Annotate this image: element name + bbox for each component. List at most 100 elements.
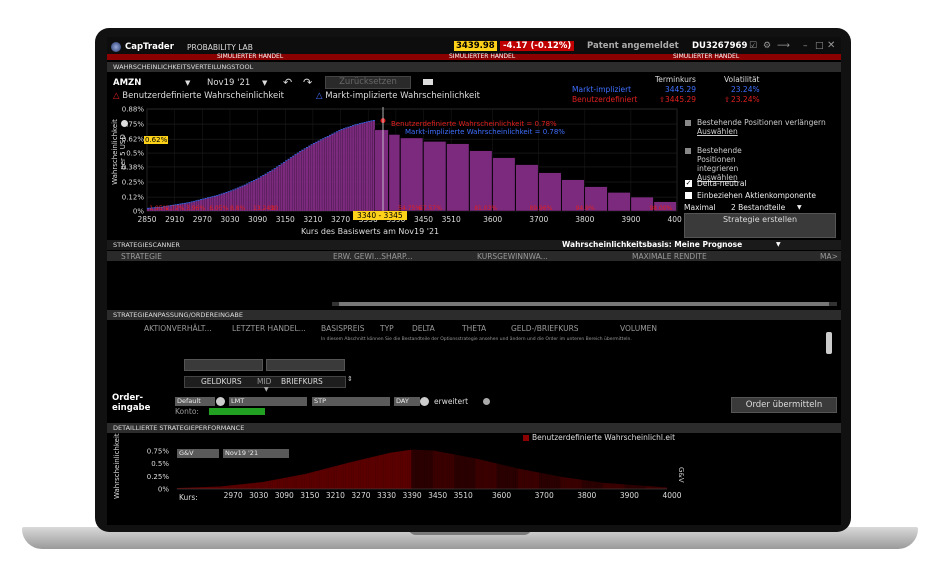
expiry-select[interactable]: Nov19 '21 xyxy=(207,78,250,88)
chevron-down-icon[interactable]: ▼ xyxy=(776,241,781,248)
bid-label[interactable]: GELDKURS xyxy=(201,377,242,386)
perf-bar xyxy=(313,471,316,489)
prob-bar-top xyxy=(287,158,290,160)
symbol-select[interactable]: AMZN xyxy=(113,78,141,88)
perf-bar xyxy=(234,484,237,489)
prob-bar xyxy=(289,158,292,211)
col-erw-gewinn[interactable]: ERW. GEWI...SHARP... xyxy=(333,252,413,261)
gv-select[interactable]: G&V xyxy=(177,449,219,458)
settings-toggle-icon[interactable] xyxy=(423,79,433,85)
checkbox-delta-neutral[interactable]: ✓ xyxy=(685,180,692,187)
chevron-down-icon[interactable]: ▼ xyxy=(185,79,190,87)
col-kursgewinn[interactable]: KURSGEWINNWA... xyxy=(477,252,548,261)
redo-icon[interactable]: ↷ xyxy=(303,76,312,89)
stepper-icon[interactable]: ⇕ xyxy=(347,375,353,383)
day-select[interactable]: DAY xyxy=(394,397,420,406)
chevron-down-icon[interactable]: ▼ xyxy=(797,204,802,211)
perf-bar xyxy=(658,486,661,489)
submit-order-button[interactable]: Order übermitteln xyxy=(731,397,837,413)
col-letzter[interactable]: LETZTER HANDEL... xyxy=(232,324,306,333)
col-ma[interactable]: MA> xyxy=(820,252,838,261)
perf-legend[interactable]: Benutzerdefinierte Wahrscheinlichl.eit xyxy=(532,433,675,442)
prob-bar-top xyxy=(232,189,235,191)
basis-select[interactable]: Wahrscheinlichkeitsbasis: Meine Prognose xyxy=(562,240,742,249)
perf-bar xyxy=(332,466,335,489)
perf-bar xyxy=(226,485,229,489)
perf-bar xyxy=(289,476,293,489)
max-select[interactable]: 2 Bestandteile xyxy=(731,203,785,212)
account-select[interactable] xyxy=(209,408,265,415)
prob-bar xyxy=(446,143,470,212)
perf-bar xyxy=(477,459,480,489)
perf-header: DETAILLIERTE STRATEGIEPERFORMANCE xyxy=(107,423,841,433)
chevron-down-icon[interactable]: ▼ xyxy=(262,79,267,87)
gear-icon[interactable]: ⚙ xyxy=(763,41,771,51)
col-geld-brief[interactable]: GELD-/BRIEFKURS xyxy=(511,324,579,333)
close-icon[interactable]: ✕ xyxy=(827,40,835,51)
checkbox-extend[interactable] xyxy=(685,120,691,126)
price-badge: 3439.98 xyxy=(454,41,497,51)
legend-market[interactable]: △ Markt-implizierte Wahrscheinlichkeit xyxy=(316,91,480,101)
col-aktion[interactable]: AKTIONVERHÄLT... xyxy=(144,324,212,333)
bid-field[interactable] xyxy=(184,359,263,371)
extended-link[interactable]: erweitert xyxy=(434,397,468,406)
lock-icon[interactable]: ☑ xyxy=(749,41,757,51)
arrow-up-icon[interactable]: ⇧ xyxy=(724,95,730,104)
undo-icon[interactable]: ↶ xyxy=(283,76,292,89)
perf-bar xyxy=(355,460,359,489)
prob-bar xyxy=(335,132,339,211)
prob-bar xyxy=(354,125,357,211)
prob-bar xyxy=(310,145,313,211)
ask-label[interactable]: BRIEFKURS xyxy=(281,377,323,386)
prob-bar-top xyxy=(303,148,306,150)
mid-label[interactable]: MID xyxy=(257,377,271,386)
prob-bar-top xyxy=(324,137,327,138)
perf-bar xyxy=(264,481,267,489)
prob-bar xyxy=(340,129,343,211)
prob-bar-top xyxy=(183,202,186,204)
perf-bar xyxy=(505,465,508,489)
prob-bar-top xyxy=(209,196,212,198)
legend-custom[interactable]: △ Benutzerdefinierte Wahrscheinlichkeit xyxy=(113,91,284,101)
col-theta[interactable]: THETA xyxy=(462,324,486,333)
scrollbar-thumb[interactable] xyxy=(339,302,829,306)
perf-bar xyxy=(637,485,640,489)
info-icon[interactable] xyxy=(121,120,128,127)
perf-bar xyxy=(492,462,495,489)
checkbox-integrate[interactable] xyxy=(685,148,691,154)
prob-bar-top xyxy=(257,177,260,179)
reset-button[interactable]: Zurücksetzen xyxy=(325,76,411,89)
info-icon[interactable] xyxy=(483,398,490,405)
perf-bar xyxy=(483,460,487,489)
checkbox-include-stock[interactable] xyxy=(685,192,692,199)
minimize-icon[interactable]: – xyxy=(803,41,808,51)
custom-vol[interactable]: 23.24% xyxy=(731,95,760,104)
perf-bar xyxy=(236,484,239,489)
vertical-scrollbar[interactable] xyxy=(826,332,832,354)
chevron-down-icon[interactable] xyxy=(420,397,429,406)
create-strategy-button[interactable]: Strategie erstellen xyxy=(684,213,836,238)
pin-icon[interactable]: ⟶ xyxy=(777,41,790,51)
perf-y-tick-label: 0% xyxy=(158,486,169,494)
lmt-field[interactable]: LMT xyxy=(229,397,307,406)
extend-select-link[interactable]: Auswählen xyxy=(697,127,738,136)
perf-bar xyxy=(321,469,325,489)
maximize-icon[interactable]: □ xyxy=(815,41,824,51)
col-max-rendite[interactable]: MAXIMALE RENDITE xyxy=(632,252,707,261)
col-basispreis[interactable]: BASISPREIS xyxy=(321,324,364,333)
col-delta[interactable]: DELTA xyxy=(412,324,435,333)
col-strategie[interactable]: STRATEGIE xyxy=(121,252,162,261)
col-typ[interactable]: TYP xyxy=(380,324,394,333)
col-volumen[interactable]: VOLUMEN xyxy=(620,324,657,333)
perf-bar xyxy=(496,463,499,489)
prob-bar-top xyxy=(234,188,237,190)
stp-field[interactable]: STP xyxy=(312,397,390,406)
perf-expiry-select[interactable]: Nov19 '21 xyxy=(223,449,289,458)
order-title: STRATEGIEANPASSUNG/ORDEREINGABE xyxy=(113,311,243,319)
ask-field[interactable] xyxy=(266,359,345,371)
chevron-down-icon[interactable] xyxy=(216,397,225,406)
x-tick-label: 3090 xyxy=(248,215,267,224)
default-select[interactable]: Default xyxy=(175,397,215,406)
prob-bar xyxy=(296,153,299,211)
perf-bar xyxy=(524,469,527,489)
